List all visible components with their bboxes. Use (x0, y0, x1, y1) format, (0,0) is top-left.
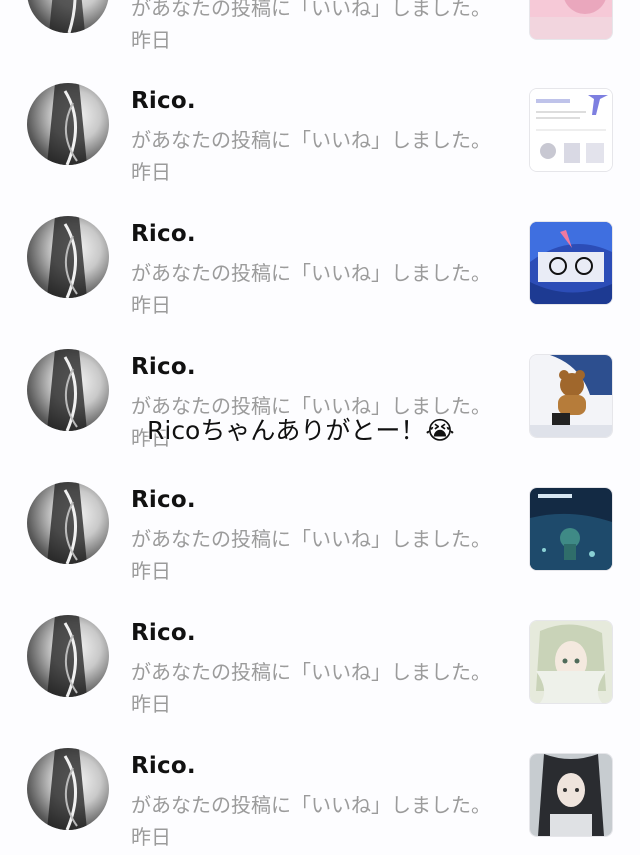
notification-row[interactable]: Rico. があなたの投稿に「いいね」しました。 昨日 (0, 467, 640, 600)
user-name[interactable]: Rico. (131, 487, 196, 513)
avatar[interactable] (27, 482, 109, 564)
notification-row[interactable]: Rico. があなたの投稿に「いいね」しました。 昨日 (0, 201, 640, 334)
notification-list: があなたの投稿に「いいね」しました。 昨日 Rico. があなたの投稿に「いいね… (0, 0, 640, 855)
notification-row[interactable]: Rico. があなたの投稿に「いいね」しました。 昨日 (0, 733, 640, 855)
notification-row[interactable]: Rico. があなたの投稿に「いいね」しました。 昨日 (0, 600, 640, 733)
avatar[interactable] (27, 83, 109, 165)
notification-row[interactable]: Rico. があなたの投稿に「いいね」しました。 昨日 (0, 68, 640, 201)
notification-text: があなたの投稿に「いいね」しました。 (131, 0, 491, 20)
post-thumbnail[interactable] (530, 355, 612, 437)
timestamp: 昨日 (131, 28, 171, 52)
avatar[interactable] (27, 748, 109, 830)
timestamp: 昨日 (131, 825, 171, 849)
timestamp: 昨日 (131, 293, 171, 317)
user-name[interactable]: Rico. (131, 88, 196, 114)
notification-text: があなたの投稿に「いいね」しました。 (131, 660, 491, 684)
avatar[interactable] (27, 216, 109, 298)
user-name[interactable]: Rico. (131, 354, 196, 380)
timestamp: 昨日 (131, 559, 171, 583)
notification-text: があなたの投稿に「いいね」しました。 (131, 527, 491, 551)
user-name[interactable]: Rico. (131, 221, 196, 247)
notification-row[interactable]: があなたの投稿に「いいね」しました。 昨日 (0, 0, 640, 69)
notification-text: があなたの投稿に「いいね」しました。 (131, 261, 491, 285)
avatar[interactable] (27, 349, 109, 431)
post-thumbnail[interactable] (530, 0, 612, 39)
notification-row[interactable]: Rico. があなたの投稿に「いいね」しました。 昨日 (0, 334, 640, 467)
timestamp: 昨日 (131, 692, 171, 716)
post-thumbnail[interactable] (530, 222, 612, 304)
post-thumbnail[interactable] (530, 754, 612, 836)
notification-text: があなたの投稿に「いいね」しました。 (131, 793, 491, 817)
notification-text: があなたの投稿に「いいね」しました。 (131, 128, 491, 152)
post-thumbnail[interactable] (530, 89, 612, 171)
user-name[interactable]: Rico. (131, 753, 196, 779)
user-name[interactable]: Rico. (131, 620, 196, 646)
post-thumbnail[interactable] (530, 488, 612, 570)
timestamp: 昨日 (131, 160, 171, 184)
avatar[interactable] (27, 0, 109, 33)
avatar[interactable] (27, 615, 109, 697)
overlay-caption: Ricoちゃんありがとー！😭 (147, 416, 455, 445)
post-thumbnail[interactable] (530, 621, 612, 703)
